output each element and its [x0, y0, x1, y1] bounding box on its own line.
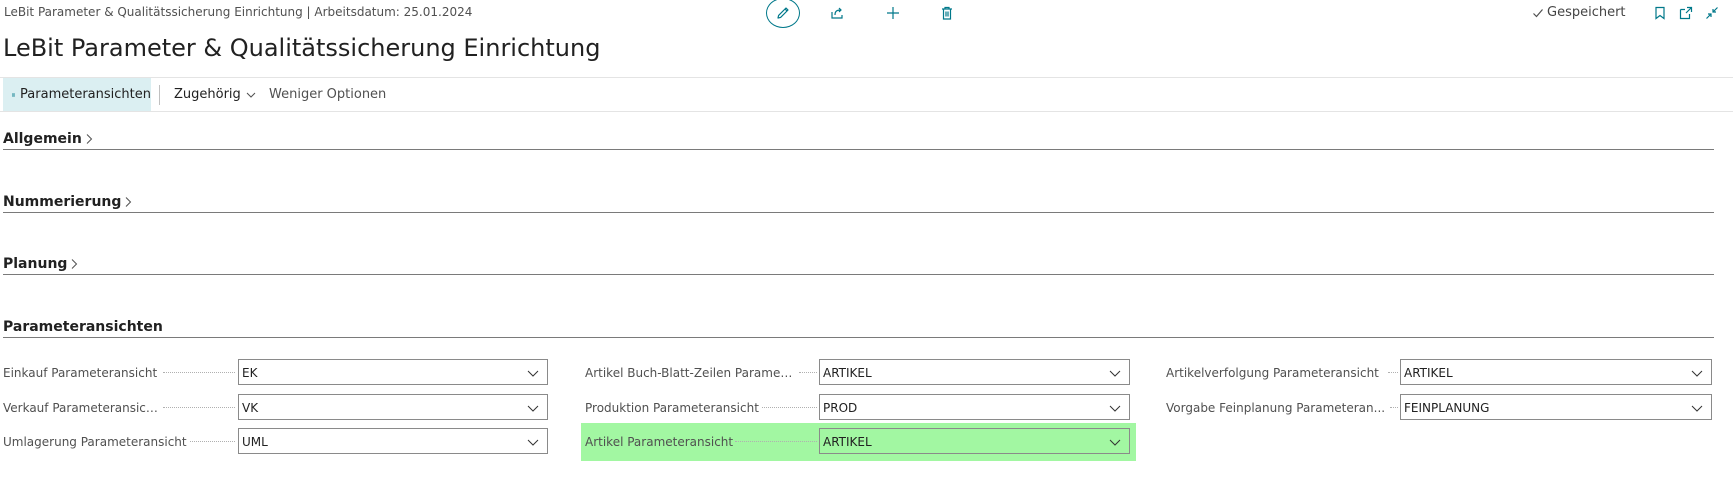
chevron-down-icon: [246, 92, 256, 98]
field-dots: [1390, 407, 1398, 408]
field-dots: [799, 372, 817, 373]
chevron-down-icon: [527, 439, 539, 446]
pencil-icon: [777, 7, 789, 19]
edit-button[interactable]: [766, 0, 800, 28]
field-einkauf-parameteransicht: Einkauf Parameteransicht EK: [3, 359, 548, 387]
field-label: Artikelverfolgung Parameteransicht: [1166, 366, 1379, 380]
chevron-right-icon: [72, 259, 78, 269]
chevron-down-icon: [527, 370, 539, 377]
action-separator: [159, 85, 160, 105]
chevron-down-icon: [1109, 405, 1121, 412]
select-value: VK: [242, 401, 259, 415]
grid-icon: [12, 92, 16, 97]
section-nummerierung-header[interactable]: Nummerierung: [3, 194, 1714, 212]
artikel-parameteransicht-select[interactable]: ARTIKEL: [819, 428, 1130, 454]
chevron-down-icon: [1109, 439, 1121, 446]
chevron-right-icon: [126, 197, 132, 207]
select-value: ARTIKEL: [823, 366, 872, 380]
section-parameteransichten-header[interactable]: Parameteransichten: [3, 319, 1714, 337]
delete-button[interactable]: [936, 2, 958, 24]
field-artikel-parameteransicht: Artikel Parameteransicht ARTIKEL: [585, 428, 1130, 456]
field-dots: [163, 372, 235, 373]
field-label: Verkauf Parameteransicht: [3, 401, 158, 415]
bookmark-button[interactable]: [1650, 3, 1670, 23]
chevron-down-icon: [1691, 370, 1703, 377]
section-allgemein-title: Allgemein: [3, 131, 82, 147]
zugehoerig-menu[interactable]: Zugehörig: [174, 78, 256, 111]
chevron-down-icon: [1109, 370, 1121, 377]
check-icon: [1533, 8, 1543, 17]
parameteransichten-action[interactable]: Parameteransichten: [3, 78, 151, 111]
field-dots: [735, 441, 817, 442]
collapse-icon: [1706, 7, 1718, 19]
share-icon: [831, 7, 843, 19]
field-produktion-parameteransicht: Produktion Parameteransicht PROD: [585, 394, 1130, 422]
chevron-down-icon: [1691, 405, 1703, 412]
field-label: Artikel Parameteransicht: [585, 435, 734, 449]
section-allgemein-header[interactable]: Allgemein: [3, 131, 1714, 149]
field-umlagerung-parameteransicht: Umlagerung Parameteransicht UML: [3, 428, 548, 456]
parameteransichten-action-label: Parameteransichten: [20, 87, 151, 102]
window-title: LeBit Parameter & Qualitätssicherung Ein…: [4, 5, 473, 19]
field-label: Artikel Buch-Blatt-Zeilen Parameter...: [585, 366, 797, 380]
section-planung-title: Planung: [3, 256, 68, 272]
chevron-down-icon: [527, 405, 539, 412]
action-bar: Parameteransichten Zugehörig Weniger Opt…: [0, 77, 1733, 112]
field-dots: [762, 407, 817, 408]
umlagerung-parameteransicht-select[interactable]: UML: [238, 428, 548, 454]
section-allgemein: Allgemein: [3, 131, 1714, 150]
field-artikel-buch-blatt-zeilen-parameteransicht: Artikel Buch-Blatt-Zeilen Parameter... A…: [585, 359, 1130, 387]
field-artikelverfolgung-parameteransicht: Artikelverfolgung Parameteransicht ARTIK…: [1166, 359, 1712, 387]
weniger-optionen-button[interactable]: Weniger Optionen: [269, 78, 386, 111]
open-new-window-button[interactable]: [1676, 3, 1696, 23]
plus-icon: [887, 7, 899, 19]
collapse-button[interactable]: [1702, 3, 1722, 23]
select-value: FEINPLANUNG: [1404, 401, 1490, 415]
saved-label: Gespeichert: [1547, 5, 1626, 20]
section-parameteransichten-title: Parameteransichten: [3, 319, 163, 335]
select-value: EK: [242, 366, 258, 380]
bookmark-icon: [1655, 6, 1665, 20]
einkauf-parameteransicht-select[interactable]: EK: [238, 359, 548, 385]
field-dots: [190, 441, 235, 442]
chevron-right-icon: [86, 134, 93, 144]
section-planung: Planung: [3, 256, 1714, 275]
field-vorgabe-feinplanung-parameteransicht: Vorgabe Feinplanung Parameteran... FEINP…: [1166, 394, 1712, 422]
produktion-parameteransicht-select[interactable]: PROD: [819, 394, 1130, 420]
artikel-buch-blatt-zeilen-select[interactable]: ARTIKEL: [819, 359, 1130, 385]
select-value: UML: [242, 435, 268, 449]
field-verkauf-parameteransicht: Verkauf Parameteransicht VK: [3, 394, 548, 422]
section-nummerierung-title: Nummerierung: [3, 194, 122, 210]
artikelverfolgung-parameteransicht-select[interactable]: ARTIKEL: [1400, 359, 1712, 385]
section-nummerierung: Nummerierung: [3, 194, 1714, 213]
top-bar: LeBit Parameter & Qualitätssicherung Ein…: [0, 0, 1733, 28]
section-planung-header[interactable]: Planung: [3, 256, 1714, 274]
field-dots: [163, 407, 235, 408]
open-in-new-window-icon: [1679, 6, 1693, 20]
new-button[interactable]: [882, 2, 904, 24]
field-dots: [1388, 372, 1398, 373]
field-label: Umlagerung Parameteransicht: [3, 435, 187, 449]
field-label: Einkauf Parameteransicht: [3, 366, 158, 380]
field-label: Vorgabe Feinplanung Parameteran...: [1166, 401, 1386, 415]
select-value: PROD: [823, 401, 858, 415]
zugehoerig-label: Zugehörig: [174, 87, 241, 102]
saved-status: Gespeichert: [1532, 5, 1626, 20]
select-value: ARTIKEL: [1404, 366, 1453, 380]
field-label: Produktion Parameteransicht: [585, 401, 759, 415]
vorgabe-feinplanung-select[interactable]: FEINPLANUNG: [1400, 394, 1712, 420]
page-title: LeBit Parameter & Qualitätssicherung Ein…: [3, 34, 601, 62]
share-button[interactable]: [826, 2, 848, 24]
select-value: ARTIKEL: [823, 435, 872, 449]
trash-icon: [942, 6, 952, 20]
section-parameteransichten: Parameteransichten: [3, 319, 1714, 338]
verkauf-parameteransicht-select[interactable]: VK: [238, 394, 548, 420]
